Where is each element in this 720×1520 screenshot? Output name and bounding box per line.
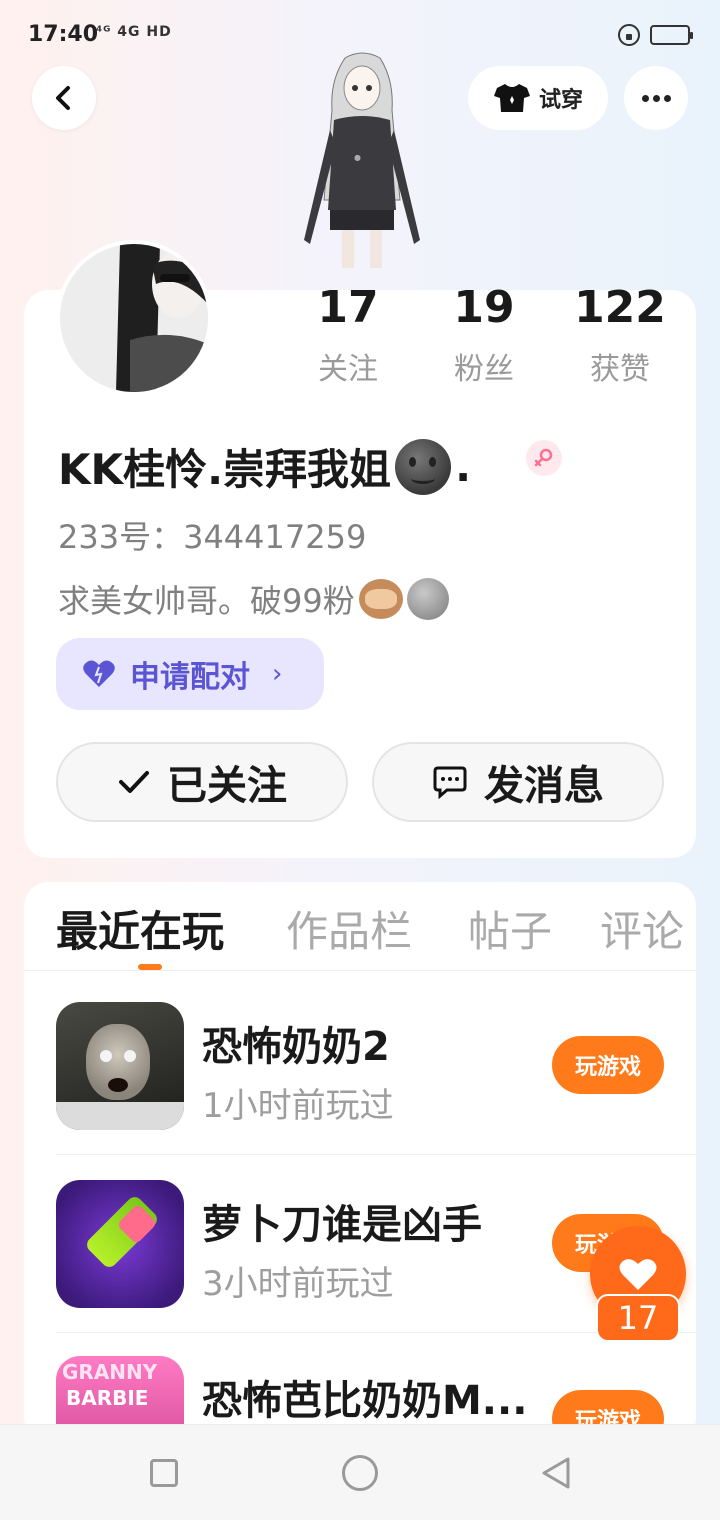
rotation-lock-icon	[618, 24, 640, 46]
following-label: 已关注	[167, 763, 287, 809]
likes-count: 122	[574, 282, 666, 333]
chevron-right-icon: ›	[272, 659, 283, 689]
chat-bubble-icon	[433, 766, 467, 799]
heart-pair-icon	[83, 660, 115, 687]
tab-works[interactable]: 作品栏	[286, 898, 412, 959]
list-item[interactable]: 恐怖奶奶2 1小时前玩过 玩游戏	[56, 1002, 696, 1132]
profile-stats: 17 关注 19 粉丝 122 获赞	[300, 282, 690, 392]
recent-apps-icon[interactable]	[150, 1459, 178, 1487]
battery-icon	[650, 25, 693, 45]
stat-following[interactable]: 17 关注	[288, 282, 408, 388]
try-on-button[interactable]: 试穿	[468, 66, 608, 130]
game-title: 恐怖芭比奶奶M...	[202, 1378, 528, 1424]
avatar-image	[60, 244, 208, 392]
more-dot-icon	[663, 94, 671, 102]
send-message-button[interactable]: 发消息	[372, 742, 664, 822]
more-dot-icon	[641, 94, 649, 102]
list-item[interactable]: GRANNY BARBIE 恐怖芭比奶奶M... 玩游戏	[56, 1356, 696, 1424]
request-pair-label: 申请配对	[130, 660, 250, 695]
more-options-button[interactable]	[624, 66, 688, 130]
like-count: 17	[596, 1294, 680, 1342]
send-message-label: 发消息	[484, 763, 604, 809]
avatar[interactable]	[56, 240, 212, 396]
try-on-label: 试穿	[538, 88, 583, 113]
status-icons	[618, 24, 693, 46]
tshirt-icon	[493, 84, 530, 112]
following-button[interactable]: 已关注	[56, 742, 348, 822]
game-last-played: 3小时前玩过	[202, 1264, 394, 1304]
game-icon	[56, 1180, 184, 1308]
followers-label: 粉丝	[454, 352, 514, 387]
play-game-button[interactable]: 玩游戏	[552, 1390, 664, 1424]
stat-followers[interactable]: 19 粉丝	[424, 282, 544, 388]
row-divider	[56, 1154, 696, 1155]
tab-comments[interactable]: 评论	[600, 898, 684, 959]
nickname-suffix: .	[455, 442, 472, 491]
game-icon-text: GRANNY	[62, 1360, 158, 1384]
bio-text: 求美女帅哥。破99粉	[58, 582, 355, 620]
game-icon: GRANNY BARBIE	[56, 1356, 184, 1424]
network-indicator: ⁴ᴳ 4G HD	[96, 24, 172, 40]
svg-text:●: ●	[354, 153, 361, 162]
character-figure: ●	[304, 52, 420, 268]
profile-tabs: 最近在玩 作品栏 帖子 评论	[56, 898, 696, 970]
status-time: 17:40	[28, 22, 99, 47]
followers-count: 19	[453, 282, 515, 333]
back-triangle-icon[interactable]	[538, 1455, 574, 1491]
play-game-button[interactable]: 玩游戏	[552, 1036, 664, 1094]
stat-likes[interactable]: 122 获赞	[560, 282, 680, 388]
tab-posts[interactable]: 帖子	[468, 898, 552, 959]
heart-icon	[619, 1259, 657, 1290]
chevron-left-icon	[56, 86, 70, 110]
checkmark-icon	[119, 771, 149, 793]
nickname: KK桂怜.崇拜我姐 .	[58, 436, 471, 497]
tab-recently-played[interactable]: 最近在玩	[56, 898, 224, 959]
user-id: 233号：344417259	[58, 518, 367, 556]
female-gender-icon	[526, 440, 562, 476]
game-icon	[56, 1002, 184, 1130]
back-button[interactable]	[32, 66, 96, 130]
see-no-evil-monkey-icon	[358, 579, 403, 619]
system-nav-bar	[0, 1424, 720, 1520]
game-icon-text: BARBIE	[66, 1386, 149, 1410]
game-title: 恐怖奶奶2	[202, 1024, 390, 1070]
nickname-text: KK桂怜.崇拜我姐	[58, 445, 392, 494]
request-pair-button[interactable]: 申请配对 ›	[56, 638, 324, 710]
likes-label: 获赞	[590, 352, 650, 387]
gray-face-emoji-icon	[406, 578, 449, 620]
game-title: 萝卜刀谁是凶手	[202, 1202, 482, 1248]
following-count: 17	[317, 282, 379, 333]
bio: 求美女帅哥。破99粉	[58, 576, 449, 622]
game-last-played: 1小时前玩过	[202, 1086, 394, 1126]
following-label: 关注	[318, 352, 378, 387]
home-icon[interactable]	[342, 1455, 378, 1491]
tab-divider	[24, 970, 696, 971]
more-dot-icon	[652, 94, 660, 102]
dark-face-emoji-icon	[395, 438, 452, 495]
